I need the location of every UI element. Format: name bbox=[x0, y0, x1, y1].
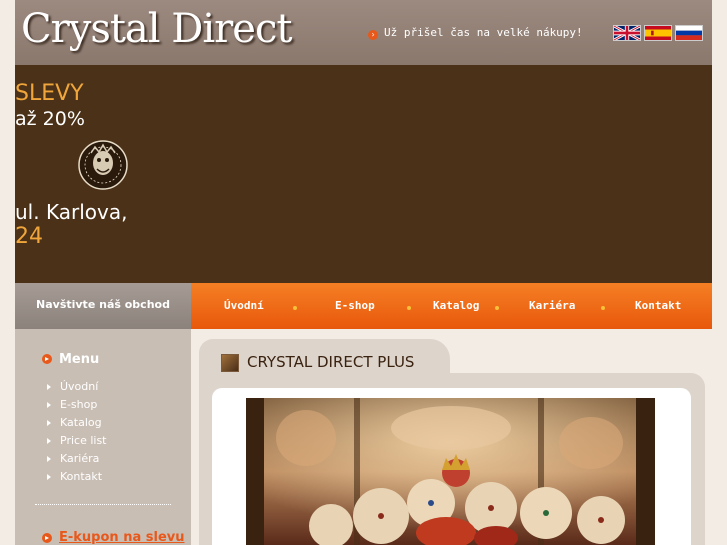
spain-flag-icon[interactable] bbox=[644, 25, 672, 41]
language-switcher bbox=[613, 25, 703, 41]
arrow-bullet-icon: › bbox=[368, 30, 378, 40]
topnav-item-eshop[interactable]: E-shop bbox=[335, 299, 375, 312]
coupon-bullet-icon bbox=[42, 533, 52, 543]
promo-discount-value: až 20% bbox=[15, 108, 85, 130]
page: Crystal Direct › Už přišel čas na velké n… bbox=[15, 0, 712, 545]
russia-flag-icon[interactable] bbox=[675, 25, 703, 41]
content-title: CRYSTAL DIRECT PLUS bbox=[247, 353, 415, 371]
nav-separator-dot bbox=[293, 306, 297, 310]
chevron-right-icon bbox=[47, 402, 51, 408]
nav-separator-dot bbox=[407, 306, 411, 310]
nav-separator-dot bbox=[495, 306, 499, 310]
topnav-item-uvodni[interactable]: Úvodní bbox=[224, 299, 264, 312]
tagline-text: Už přišel čas na velké nákupy! bbox=[384, 26, 583, 39]
uk-flag-icon[interactable] bbox=[613, 25, 641, 41]
promo-street-number: 24 bbox=[15, 224, 43, 249]
chevron-right-icon bbox=[47, 456, 51, 462]
content-inner bbox=[212, 388, 691, 545]
sidebar-item-kontakt[interactable]: Kontakt bbox=[60, 470, 102, 483]
top-navigation: Úvodní E-shop Katalog Kariéra Kontakt bbox=[191, 283, 712, 329]
promo-discount-label: SLEVY bbox=[15, 81, 84, 106]
shop-seal-logo bbox=[77, 139, 129, 191]
topnav-item-katalog[interactable]: Katalog bbox=[433, 299, 479, 312]
sidebar-divider bbox=[35, 504, 171, 505]
topnav-item-kontakt[interactable]: Kontakt bbox=[635, 299, 681, 312]
chevron-right-icon bbox=[47, 474, 51, 480]
promo-banner: SLEVY až 20% ul. Karlova, 24 bbox=[15, 65, 712, 283]
sidebar-item-eshop[interactable]: E-shop bbox=[60, 398, 97, 411]
sidebar-item-uvodni[interactable]: Úvodní bbox=[60, 380, 98, 393]
chevron-right-icon bbox=[47, 384, 51, 390]
header-tagline: › Už přišel čas na velké nákupy! bbox=[368, 26, 583, 40]
sidebar-item-kariera[interactable]: Kariéra bbox=[60, 452, 99, 465]
crystal-thumbnail-icon bbox=[221, 354, 239, 372]
sidebar-heading: Menu bbox=[59, 352, 100, 367]
content-panel bbox=[199, 373, 705, 545]
shop-window-photo bbox=[246, 398, 655, 545]
topnav-item-kariera[interactable]: Kariéra bbox=[529, 299, 575, 312]
sidebar-item-price-list[interactable]: Price list bbox=[60, 434, 107, 447]
site-header: Crystal Direct › Už přišel čas na velké n… bbox=[15, 0, 712, 65]
coupon-link[interactable]: E-kupon na slevu bbox=[59, 530, 185, 545]
sidebar: Menu Úvodní E-shop Katalog Price list Ka… bbox=[15, 329, 191, 545]
nav-separator-dot bbox=[601, 306, 605, 310]
menu-bullet-icon bbox=[42, 354, 52, 364]
chevron-right-icon bbox=[47, 420, 51, 426]
visit-shop-button[interactable]: Navštivte náš obchod bbox=[15, 283, 191, 329]
chevron-right-icon bbox=[47, 438, 51, 444]
site-logo[interactable]: Crystal Direct bbox=[21, 6, 292, 52]
sidebar-item-katalog[interactable]: Katalog bbox=[60, 416, 102, 429]
promo-street: ul. Karlova, bbox=[15, 200, 128, 224]
